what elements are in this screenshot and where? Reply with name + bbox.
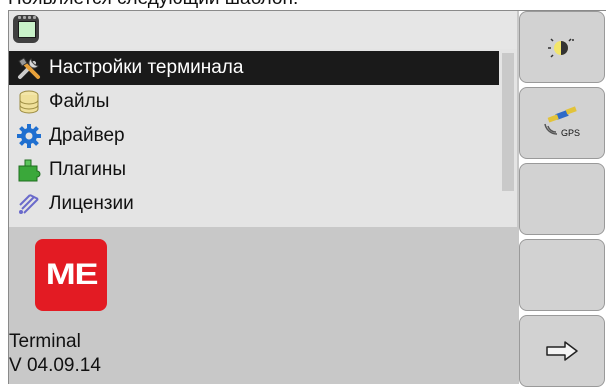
gps-button[interactable]: GPS: [519, 87, 605, 159]
arrow-right-icon: [545, 340, 579, 362]
terminal-info: ME Terminal V 04.09.14: [9, 227, 517, 384]
scrollbar-thumb[interactable]: [502, 53, 514, 191]
terminal-screen: Настройки терминала Файлы Драйвер Плагин…: [8, 10, 606, 387]
menu-item-label: Драйвер: [49, 125, 125, 146]
menu-item-files[interactable]: Файлы: [9, 85, 499, 119]
page-caption: Появляется следующий шаблон:: [8, 0, 298, 10]
menu-scrollbar[interactable]: [499, 49, 517, 227]
menu-item-label: Настройки терминала: [49, 57, 244, 78]
database-icon: [13, 86, 45, 118]
gps-label: GPS: [561, 128, 581, 138]
menu-item-plugins[interactable]: Плагины: [9, 153, 499, 187]
menu-item-label: Плагины: [49, 159, 127, 180]
menu-item-label: Файлы: [49, 91, 110, 112]
gps-icon: GPS: [542, 106, 582, 140]
settings-menu: Настройки терминала Файлы Драйвер Плагин…: [9, 49, 499, 227]
license-icon: [13, 188, 45, 220]
top-bar: [9, 11, 517, 49]
next-button[interactable]: [519, 315, 605, 387]
empty-softkey-3[interactable]: [519, 163, 605, 235]
version-text: V 04.09.14: [9, 355, 101, 376]
terminal-icon[interactable]: [13, 15, 39, 43]
softkey-column: GPS: [519, 11, 606, 387]
menu-item-licenses[interactable]: Лицензии: [9, 187, 499, 221]
product-name: Terminal: [9, 331, 81, 352]
brightness-icon: [548, 36, 576, 58]
menu-item-driver[interactable]: Драйвер: [9, 119, 499, 153]
brightness-button[interactable]: [519, 11, 605, 83]
menu-item-terminal-settings[interactable]: Настройки терминала: [9, 51, 499, 85]
me-logo: ME: [35, 239, 107, 311]
menu-item-label: Лицензии: [49, 193, 134, 214]
empty-softkey-4[interactable]: [519, 239, 605, 311]
tools-icon: [13, 52, 45, 84]
gear-icon: [13, 120, 45, 152]
puzzle-icon: [13, 154, 45, 186]
